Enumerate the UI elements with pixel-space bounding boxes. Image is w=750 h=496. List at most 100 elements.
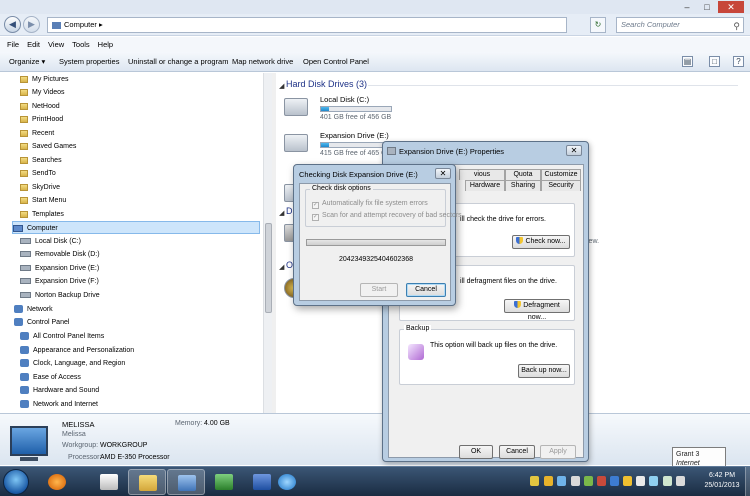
uninstall-program-button[interactable]: Uninstall or change a program bbox=[128, 52, 228, 72]
system-properties-button[interactable]: System properties bbox=[59, 52, 119, 72]
tab-security[interactable]: Security bbox=[541, 180, 581, 191]
collapse-icon[interactable]: ◢ bbox=[279, 209, 284, 217]
sidebar-item-network-internet[interactable]: Network and Internet bbox=[20, 398, 98, 411]
checkbox-checked[interactable]: ✓ bbox=[312, 202, 319, 209]
tray-icon[interactable] bbox=[571, 476, 580, 486]
sidebar-item-local-disk-c[interactable]: Local Disk (C:) bbox=[20, 235, 81, 248]
back-up-now-button[interactable]: Back up now... bbox=[518, 364, 570, 378]
taskbar-control-panel[interactable] bbox=[167, 469, 205, 495]
map-network-drive-button[interactable]: Map network drive bbox=[232, 52, 293, 72]
menu-file[interactable]: File bbox=[0, 37, 23, 52]
preview-pane-icon[interactable]: □ bbox=[709, 56, 720, 67]
search-input[interactable]: Search Computer ⚲ bbox=[616, 17, 744, 33]
tab-quota[interactable]: Quota bbox=[505, 169, 541, 180]
tray-icon[interactable] bbox=[557, 476, 566, 486]
tray-icon[interactable] bbox=[623, 476, 632, 486]
defragment-now-button[interactable]: Defragment now... bbox=[504, 299, 570, 321]
sidebar-item-expansion-drive-e[interactable]: Expansion Drive (E:) bbox=[20, 262, 99, 275]
cancel-button[interactable]: Cancel bbox=[406, 283, 446, 297]
taskbar-clock[interactable]: 6:42 PM 25/01/2013 bbox=[700, 471, 744, 491]
group-header-hard-disks[interactable]: Hard Disk Drives (3) bbox=[286, 79, 367, 89]
menu-help[interactable]: Help bbox=[94, 37, 117, 52]
cancel-button[interactable]: Cancel bbox=[499, 445, 535, 459]
flag-icon[interactable] bbox=[636, 476, 645, 486]
sidebar-item-my-videos[interactable]: My Videos bbox=[20, 86, 65, 99]
taskbar-paint[interactable] bbox=[90, 469, 128, 495]
taskbar-internet-explorer[interactable] bbox=[268, 469, 306, 495]
drive-tile-c[interactable]: Local Disk (C:) 401 GB free of 456 GB bbox=[284, 95, 404, 125]
close-icon[interactable]: ✕ bbox=[435, 168, 451, 179]
close-window-button[interactable]: ✕ bbox=[718, 1, 744, 13]
start-button[interactable]: Start bbox=[360, 283, 398, 297]
sidebar-item-computer[interactable]: Computer bbox=[12, 221, 260, 234]
volume-icon[interactable] bbox=[676, 476, 685, 486]
sidebar-item-clock-language-region[interactable]: Clock, Language, and Region bbox=[20, 357, 125, 370]
sidebar-item-control-panel[interactable]: Control Panel bbox=[14, 316, 69, 329]
taskbar-explorer[interactable] bbox=[128, 469, 166, 495]
sidebar-item-removable-disk-d[interactable]: Removable Disk (D:) bbox=[20, 248, 100, 261]
sidebar-item-my-pictures[interactable]: My Pictures bbox=[20, 73, 69, 86]
show-desktop-button[interactable] bbox=[745, 467, 750, 496]
sidebar-item-label: My Pictures bbox=[32, 76, 69, 83]
sidebar-item-network[interactable]: Network bbox=[14, 303, 53, 316]
fix-errors-option[interactable]: ✓ Automatically fix file system errors bbox=[312, 200, 428, 209]
sidebar-item-norton-backup-drive[interactable]: Norton Backup Drive bbox=[20, 289, 100, 302]
sidebar-item-nethood[interactable]: NetHood bbox=[20, 100, 60, 113]
tray-icon[interactable] bbox=[530, 476, 539, 486]
menu-edit[interactable]: Edit bbox=[23, 37, 44, 52]
collapse-icon[interactable]: ◢ bbox=[279, 82, 284, 90]
tab-customize[interactable]: Customize bbox=[541, 169, 581, 180]
battery-icon[interactable] bbox=[649, 476, 658, 486]
sidebar-scrollbar[interactable] bbox=[263, 73, 272, 413]
scan-bad-sectors-option[interactable]: ✓ Scan for and attempt recovery of bad se… bbox=[312, 212, 462, 221]
view-options-icon[interactable]: ▤ bbox=[682, 56, 693, 67]
maximize-button[interactable]: □ bbox=[698, 1, 716, 13]
sidebar-item-saved-games[interactable]: Saved Games bbox=[20, 140, 76, 153]
sidebar-item-recent[interactable]: Recent bbox=[20, 127, 54, 140]
sidebar-item-appearance[interactable]: Appearance and Personalization bbox=[20, 344, 134, 357]
dialog-title: Checking Disk Expansion Drive (E:) bbox=[299, 170, 418, 179]
tray-icon[interactable] bbox=[544, 476, 553, 486]
tab-hardware[interactable]: Hardware bbox=[465, 180, 505, 191]
sidebar-item-sendto[interactable]: SendTo bbox=[20, 167, 56, 180]
network-icon[interactable] bbox=[663, 476, 672, 486]
tab-sharing[interactable]: Sharing bbox=[505, 180, 541, 191]
menu-view[interactable]: View bbox=[44, 37, 68, 52]
taskbar-media-player[interactable] bbox=[38, 469, 76, 495]
refresh-button[interactable]: ↻ bbox=[590, 17, 606, 33]
tray-icon[interactable] bbox=[610, 476, 619, 486]
start-button[interactable] bbox=[3, 469, 29, 495]
help-icon[interactable]: ? bbox=[733, 56, 744, 67]
address-path: Computer ▸ bbox=[64, 20, 103, 29]
organize-button[interactable]: Organize ▾ bbox=[9, 52, 45, 72]
taskbar-task-manager[interactable] bbox=[205, 469, 243, 495]
sidebar-item-skydrive[interactable]: SkyDrive bbox=[20, 181, 60, 194]
computer-icon bbox=[52, 21, 61, 29]
back-button[interactable]: ◀ bbox=[4, 16, 21, 33]
sidebar-item-printhood[interactable]: PrintHood bbox=[20, 113, 63, 126]
check-now-button[interactable]: Check now... bbox=[512, 235, 570, 249]
collapse-icon[interactable]: ◢ bbox=[279, 263, 284, 271]
sidebar-item-ease-of-access[interactable]: Ease of Access bbox=[20, 371, 81, 384]
tab-previous-versions[interactable]: vious Versions bbox=[459, 169, 505, 188]
sidebar-item-templates[interactable]: Templates bbox=[20, 208, 64, 221]
sidebar-item-searches[interactable]: Searches bbox=[20, 154, 62, 167]
sidebar-item-expansion-drive-f[interactable]: Expansion Drive (F:) bbox=[20, 275, 99, 288]
scrollbar-thumb[interactable] bbox=[265, 223, 272, 313]
tray-icon[interactable] bbox=[597, 476, 606, 486]
minimize-button[interactable]: – bbox=[678, 1, 696, 13]
sidebar-item-all-control-panel-items[interactable]: All Control Panel Items bbox=[20, 330, 104, 343]
group-header-devices[interactable]: D bbox=[286, 206, 293, 216]
open-control-panel-button[interactable]: Open Control Panel bbox=[303, 52, 369, 72]
ok-button[interactable]: OK bbox=[459, 445, 493, 459]
checkbox-checked[interactable]: ✓ bbox=[312, 214, 319, 221]
address-input[interactable]: Computer ▸ bbox=[47, 17, 567, 33]
drive-name: Expansion Drive (E:) bbox=[320, 131, 389, 140]
sidebar-item-hardware-sound[interactable]: Hardware and Sound bbox=[20, 384, 99, 397]
apply-button[interactable]: Apply bbox=[540, 445, 576, 459]
sidebar-item-start-menu[interactable]: Start Menu bbox=[20, 194, 66, 207]
tray-icon[interactable] bbox=[584, 476, 593, 486]
menu-tools[interactable]: Tools bbox=[68, 37, 94, 52]
forward-button[interactable]: ▶ bbox=[23, 16, 40, 33]
close-icon[interactable]: ✕ bbox=[566, 145, 582, 156]
